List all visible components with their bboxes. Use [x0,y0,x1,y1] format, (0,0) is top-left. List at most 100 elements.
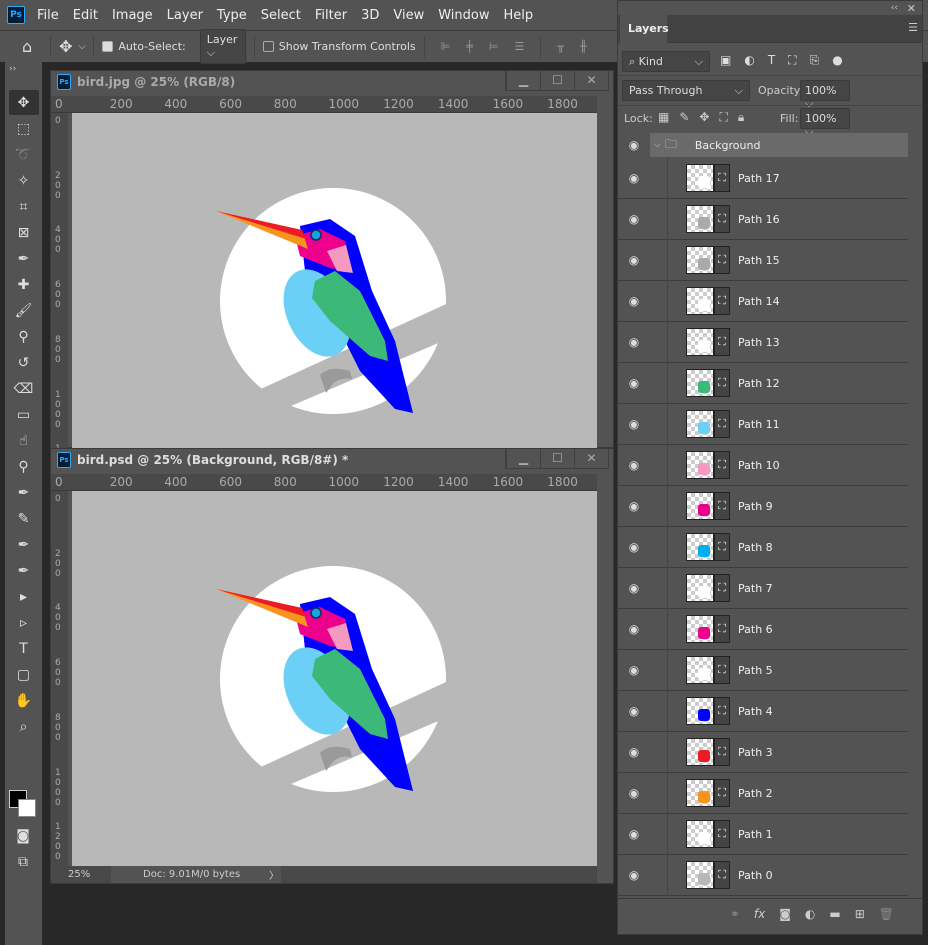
layer-row[interactable]: ◉ ⛶ Path 1 [618,813,908,855]
eraser-tool-icon[interactable]: ⌫ [9,376,39,401]
minimize-button[interactable]: ▁ [506,449,540,468]
marquee-tool-icon[interactable]: ⬚ [9,116,39,141]
layer-row[interactable]: ◉ ⛶ Path 13 [618,321,908,363]
layer-row[interactable]: ◉ ⛶ Path 8 [618,526,908,568]
menu-file[interactable]: File [37,8,59,23]
eye-icon[interactable]: ◉ [618,745,650,759]
layer-group-background[interactable]: ◉ ⌵ 🗀 Background [618,133,908,157]
brush-tool-icon[interactable]: 🖌︎ [9,298,39,323]
stamp-tool-icon[interactable]: ⚲ [9,324,39,349]
chevron-down-icon[interactable]: ⌵ [79,42,86,52]
eye-icon[interactable]: ◉ [618,458,650,472]
new-layer-icon[interactable]: ⊞ [855,907,865,921]
auto-select-target-dropdown[interactable]: Layer ⌵ [199,29,246,64]
history-brush-tool-icon[interactable]: ↺ [9,350,39,375]
eye-icon[interactable]: ◉ [618,540,650,554]
eye-icon[interactable]: ◉ [618,663,650,677]
auto-select-checkbox[interactable] [102,41,114,52]
chevron-down-icon[interactable]: ⌵ [654,140,661,150]
crop-tool-icon[interactable]: ⌗ [9,194,39,219]
new-group-icon[interactable]: ▬ [829,907,840,921]
freeform-pen-tool-icon[interactable]: ✎ [9,506,39,531]
home-icon[interactable]: ⌂ [22,37,32,56]
eye-icon[interactable]: ◉ [618,171,650,185]
move-tool-icon[interactable]: ✥ [8,90,39,115]
filter-image-icon[interactable]: ▣ [720,53,731,68]
menu-window[interactable]: Window [438,8,489,23]
panel-menu-icon[interactable]: ☰ [908,21,918,34]
expand-toolbar-icon[interactable]: ›› [5,62,42,76]
eye-icon[interactable]: ◉ [618,417,650,431]
eye-icon[interactable]: ◉ [618,294,650,308]
layer-row[interactable]: ◉ ⛶ Path 11 [618,403,908,445]
filter-kind-dropdown[interactable]: ⌕ Kind ⌵ [622,51,710,72]
link-layers-icon[interactable]: ⚭ [730,907,740,921]
menu-filter[interactable]: Filter [315,8,347,23]
add-anchor-tool-icon[interactable]: ✒ [9,532,39,557]
filter-adjustment-icon[interactable]: ◐ [744,53,754,68]
menu-help[interactable]: Help [504,8,534,23]
minimize-button[interactable]: ▁ [506,71,540,90]
filter-shape-icon[interactable]: ⛶ [788,53,796,68]
layer-row[interactable]: ◉ ⛶ Path 7 [618,567,908,609]
menu-type[interactable]: Type [217,8,247,23]
vertical-ruler[interactable]: 0200400600800100012001400 [51,491,68,866]
menu-select[interactable]: Select [261,8,301,23]
menu-layer[interactable]: Layer [167,8,203,23]
show-transform-checkbox[interactable] [262,41,274,52]
menu-edit[interactable]: Edit [73,8,98,23]
layer-row[interactable]: ◉ ⛶ Path 6 [618,608,908,650]
layer-row[interactable]: ◉ ⛶ Path 2 [618,772,908,814]
eye-icon[interactable]: ◉ [618,376,650,390]
type-tool-icon[interactable]: T [9,636,39,661]
lock-transparent-icon[interactable]: ▦ [658,110,669,125]
horizontal-ruler[interactable]: 0200400600800100012001400160018002000 [51,474,597,491]
fx-icon[interactable]: fx [754,907,765,921]
lock-all-icon[interactable]: 🔒︎ [738,110,744,125]
lock-position-icon[interactable]: ✥ [699,110,709,125]
eye-icon[interactable]: ◉ [618,253,650,267]
move-tool-icon[interactable]: ✥ [59,37,72,56]
close-button[interactable]: ✕ [574,449,608,468]
smudge-tool-icon[interactable]: ☝ [9,428,39,453]
align-top-icon[interactable]: ╥ [557,40,564,53]
menu-3d[interactable]: 3D [361,8,379,23]
add-mask-icon[interactable]: ◙ [779,907,791,921]
close-panel-icon[interactable]: ✕ [907,2,916,15]
hand-tool-icon[interactable]: ✋ [9,688,39,713]
layer-row[interactable]: ◉ ⛶ Path 17 [618,157,908,199]
layer-row[interactable]: ◉ ⛶ Path 12 [618,362,908,404]
menu-image[interactable]: Image [112,8,153,23]
maximize-button[interactable]: ☐ [540,449,574,468]
distribute-icon[interactable]: ☰ [514,40,524,53]
eye-icon[interactable]: ◉ [618,868,650,882]
layer-row[interactable]: ◉ ⛶ Path 3 [618,731,908,773]
layer-row[interactable]: ◉ ⛶ Path 9 [618,485,908,527]
layer-row[interactable]: ◉ ⛶ Path 15 [618,239,908,281]
magic-wand-tool-icon[interactable]: ✧ [9,168,39,193]
quick-mask-icon[interactable]: ◙ [8,823,38,848]
delete-layer-icon[interactable]: 🗑︎ [879,907,894,921]
canvas[interactable] [72,113,597,448]
align-middle-icon[interactable]: ╫ [580,40,587,53]
eye-icon[interactable]: ◉ [618,622,650,636]
layer-row[interactable]: ◉ ⛶ Path 4 [618,690,908,732]
collapse-panel-icon[interactable]: ‹‹ [891,3,898,13]
horizontal-ruler[interactable]: 0200400600800100012001400160018002000 [51,96,597,113]
eye-icon[interactable]: ◉ [618,138,650,152]
opacity-input[interactable]: 100% ⌵ [800,80,850,110]
eye-icon[interactable]: ◉ [618,335,650,349]
eye-icon[interactable]: ◉ [618,704,650,718]
healing-tool-icon[interactable]: ✚ [9,272,39,297]
chevron-right-icon[interactable]: 〉 [269,867,279,882]
eyedropper-tool-icon[interactable]: ✒ [9,246,39,271]
layer-row[interactable]: ◉ ⛶ Path 0 [618,854,908,896]
gradient-tool-icon[interactable]: ▭ [9,402,39,427]
filter-smart-object-icon[interactable]: ⎘ [810,53,820,68]
curvature-pen-tool-icon[interactable]: ✒ [9,558,39,583]
vertical-ruler[interactable]: 0200400600800100012001400 [51,113,68,448]
close-button[interactable]: ✕ [574,71,608,90]
align-center-icon[interactable]: ╪ [466,40,473,53]
menu-view[interactable]: View [393,8,424,23]
eye-icon[interactable]: ◉ [618,212,650,226]
